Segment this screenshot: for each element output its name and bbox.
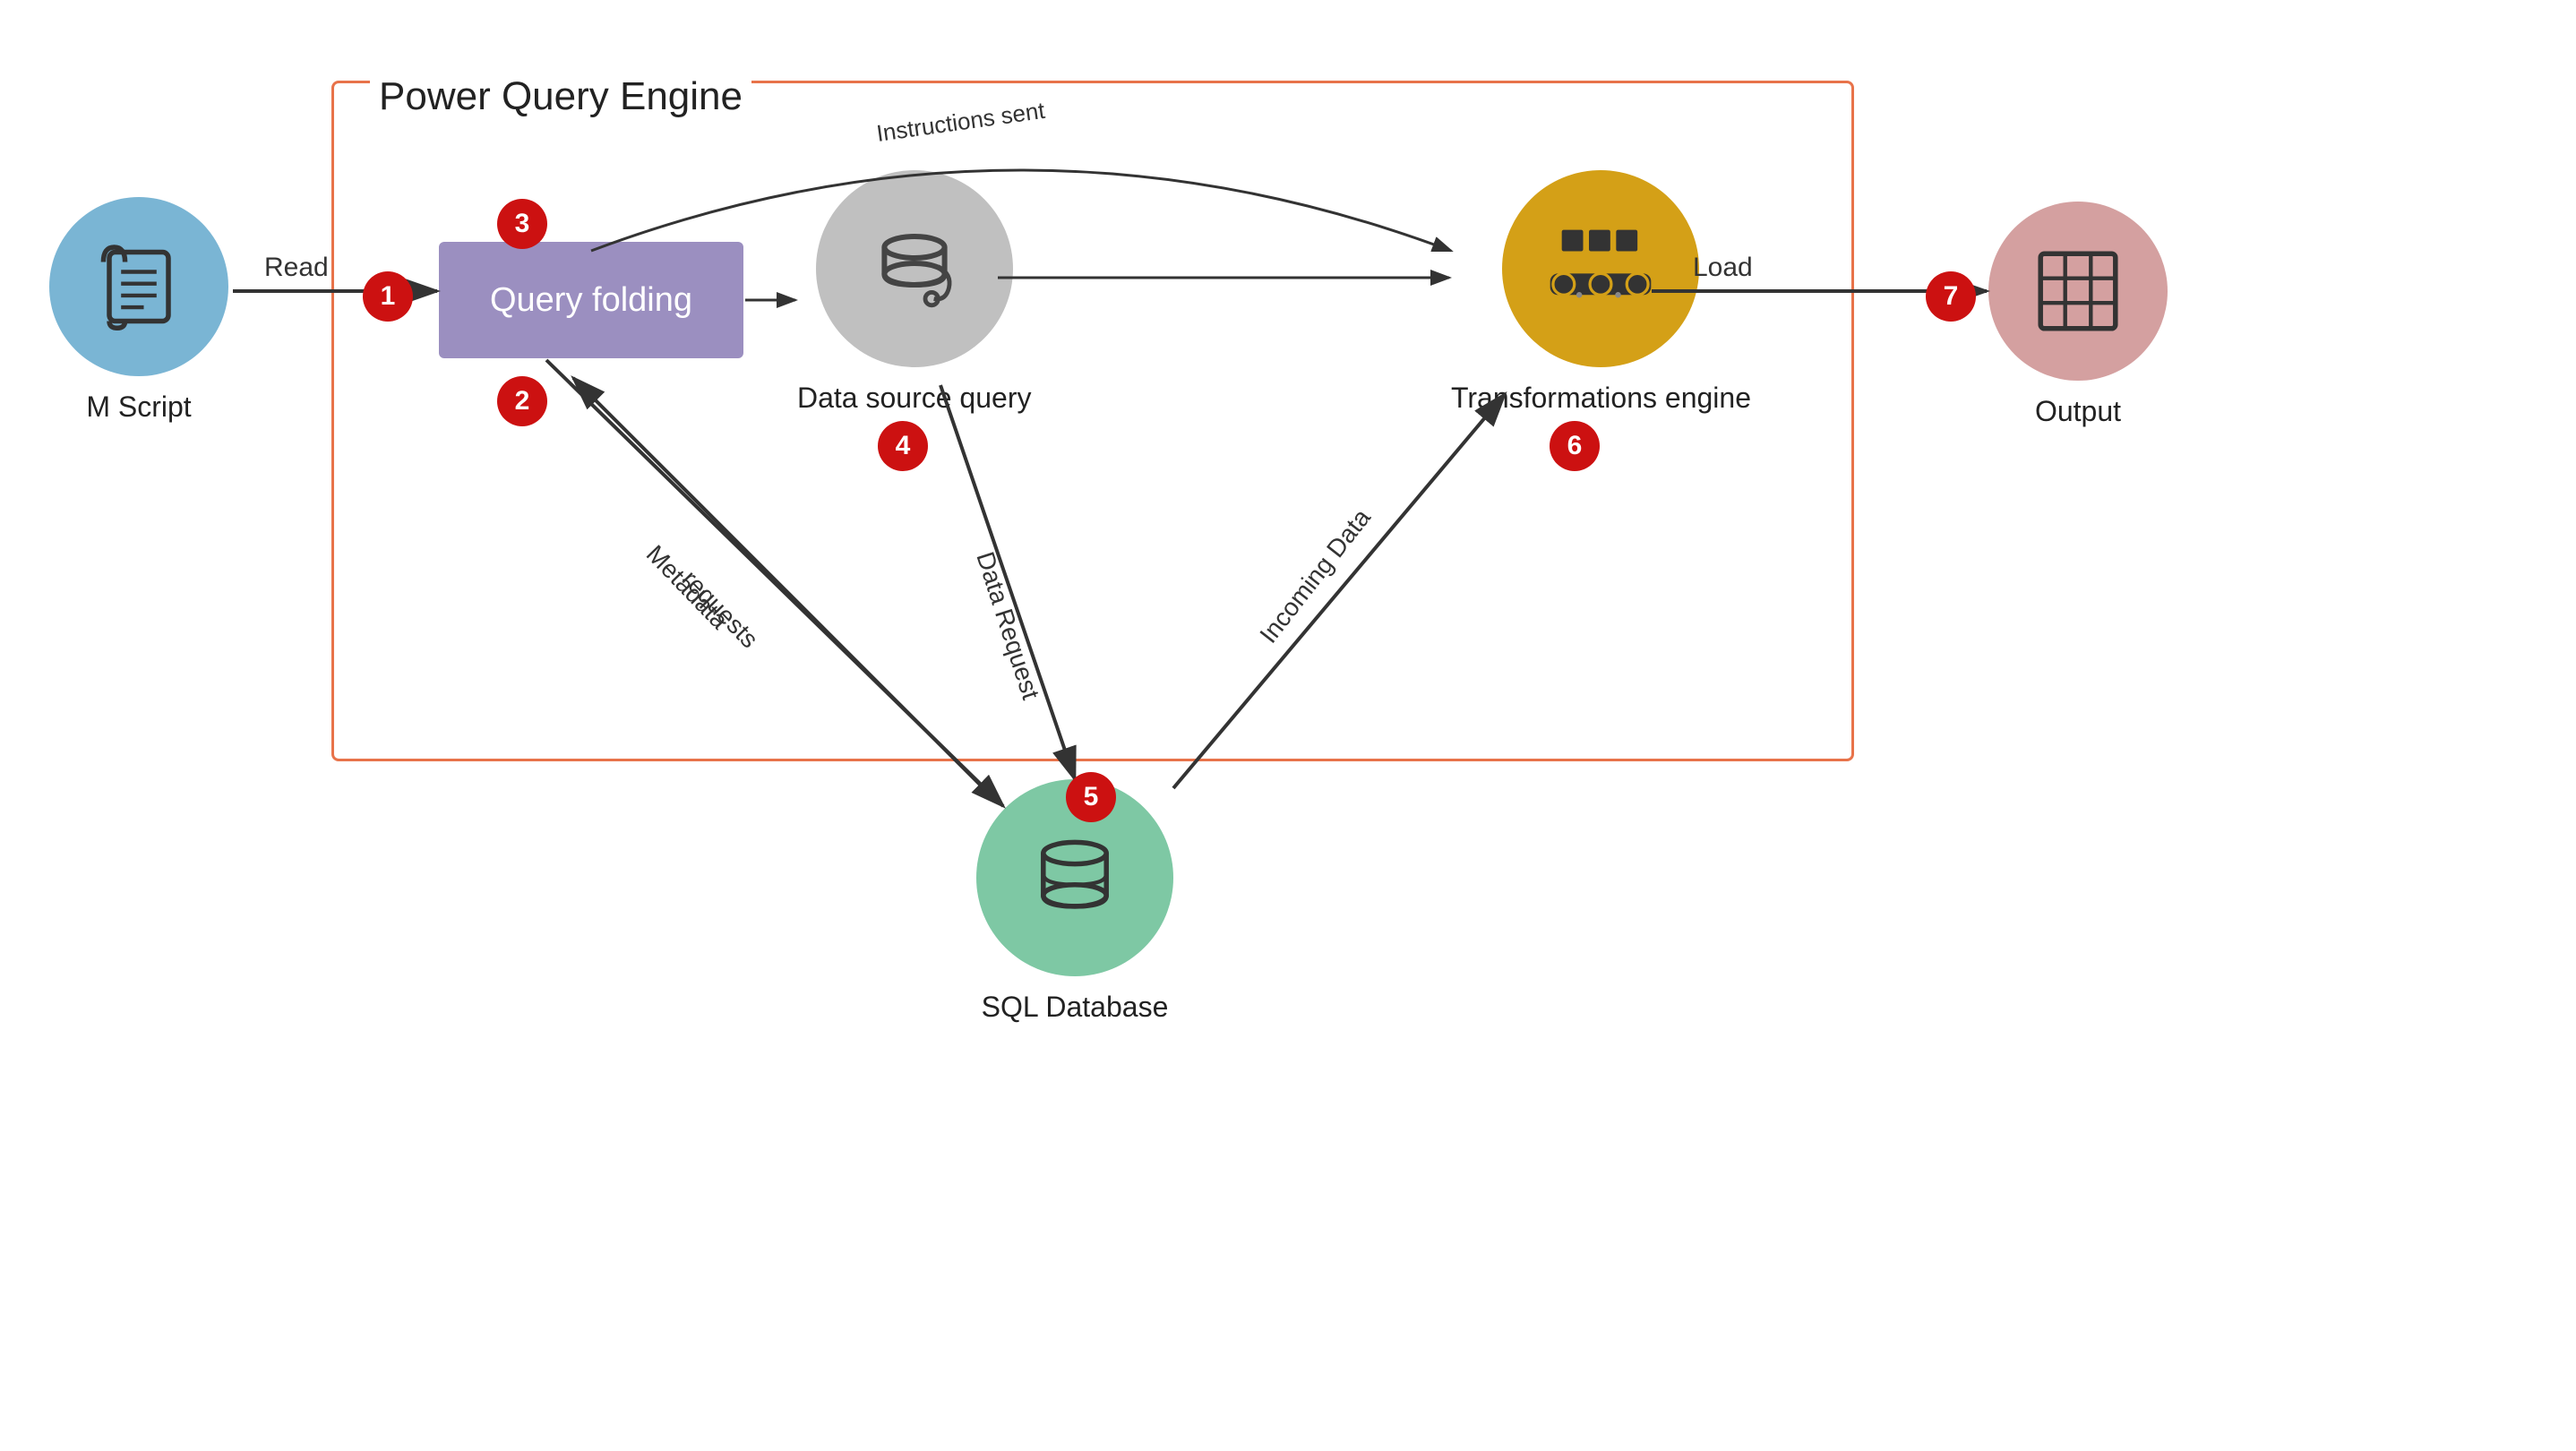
output-node: Output: [1988, 202, 2168, 428]
output-circle: [1988, 202, 2168, 381]
badge-2: 2: [497, 376, 547, 426]
datasource-node: Data source query: [797, 170, 1031, 415]
mscript-circle: [49, 197, 228, 376]
read-label: Read: [264, 253, 329, 282]
badge-5: 5: [1066, 772, 1116, 822]
transform-icon: [1542, 219, 1659, 318]
output-icon: [2029, 242, 2127, 340]
badge-1: 1: [363, 271, 413, 322]
mscript-label: M Script: [86, 391, 191, 424]
badge-4: 4: [878, 421, 928, 471]
badge-6: 6: [1550, 421, 1600, 471]
diagram-container: Power Query Engine Query folding M Scrip…: [0, 0, 2576, 1451]
transform-circle: [1502, 170, 1699, 367]
badge-3: 3: [497, 199, 547, 249]
output-label: Output: [2035, 395, 2121, 428]
pqe-label: Power Query Engine: [370, 74, 751, 119]
datasource-icon: [861, 215, 968, 322]
query-folding-label: Query folding: [490, 281, 692, 320]
datasource-circle: [816, 170, 1013, 367]
transform-label: Transformations engine: [1451, 382, 1751, 415]
datasource-label: Data source query: [797, 382, 1031, 415]
sql-label: SQL Database: [982, 991, 1169, 1024]
mscript-node: M Script: [49, 197, 228, 424]
badge-7: 7: [1926, 271, 1976, 322]
scroll-icon: [90, 237, 188, 336]
query-folding-box: Query folding: [439, 242, 743, 358]
sql-icon: [1021, 829, 1129, 927]
transform-node: Transformations engine: [1451, 170, 1751, 415]
